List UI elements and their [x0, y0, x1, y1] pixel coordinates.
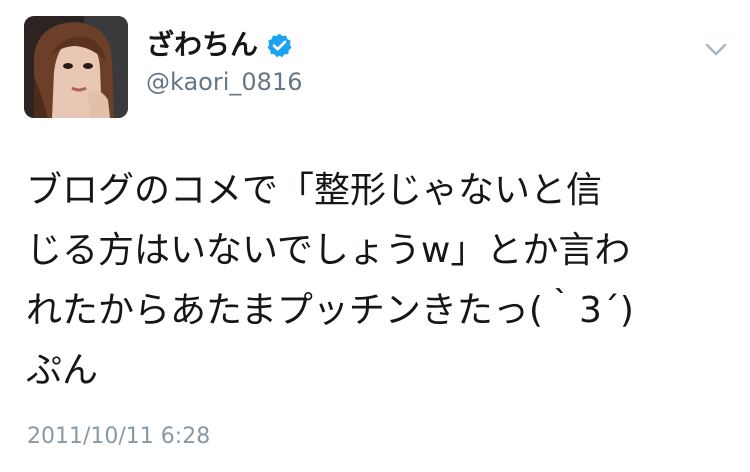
verified-badge-icon: [266, 32, 293, 59]
user-handle[interactable]: @kaori_0816: [146, 67, 302, 97]
tweet-text-line: ぷん: [26, 350, 99, 391]
display-name[interactable]: ざわちん: [146, 28, 258, 62]
chevron-down-icon[interactable]: [701, 38, 731, 60]
tweet-card: ざわちん @kaori_0816 ブログのコメで「整形じゃないと信 じる方はいな…: [0, 0, 750, 472]
tweet-text-line: れたからあたまプッチンきたっ(｀3´): [26, 290, 634, 331]
tweet-text: ブログのコメで「整形じゃないと信 じる方はいないでしょうw」とか言わ れたからあ…: [26, 161, 726, 401]
avatar[interactable]: [24, 16, 128, 118]
tweet-timestamp[interactable]: 2011/10/11 6:28: [27, 423, 210, 451]
name-row: ざわちん: [146, 28, 293, 62]
tweet-text-line: じる方はいないでしょうw」とか言わ: [26, 230, 631, 271]
tweet-text-line: ブログのコメで「整形じゃないと信: [26, 170, 603, 211]
avatar-image: [24, 16, 128, 118]
